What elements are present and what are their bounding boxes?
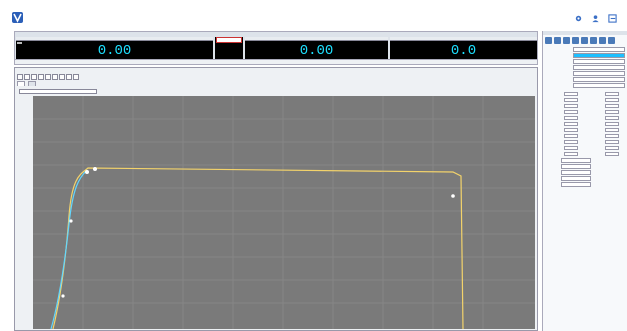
result-field (586, 139, 625, 144)
zoom-out-icon[interactable] (24, 74, 30, 80)
result-field (545, 109, 584, 114)
result-field (545, 103, 584, 108)
row-field[interactable] (573, 82, 625, 88)
readout-value: 0.00 (299, 43, 334, 59)
gear-icon (575, 15, 582, 22)
result-field (545, 145, 584, 150)
extra-field[interactable] (561, 157, 591, 163)
stop-icon[interactable] (554, 37, 561, 44)
row-field[interactable] (573, 58, 625, 64)
data-marker (69, 219, 73, 223)
graph-tabs (17, 81, 36, 86)
extra-field[interactable] (561, 163, 591, 169)
results-grid (543, 90, 627, 157)
result-field (545, 115, 584, 120)
result-field (586, 127, 625, 132)
plot-svg (33, 96, 535, 330)
graph-window (14, 67, 538, 331)
result-field (586, 151, 625, 156)
data-marker (93, 167, 97, 171)
data-marker (61, 294, 65, 298)
extra-row (543, 181, 627, 187)
readouts-panel: 0.00 0.00 0.0 (14, 31, 538, 65)
zero-icon[interactable] (572, 37, 579, 44)
toolbar-right (574, 14, 617, 24)
plot-area[interactable] (33, 96, 535, 330)
print-icon[interactable] (66, 74, 72, 80)
result-field (586, 115, 625, 120)
extra-field[interactable] (561, 181, 591, 187)
tab-graph[interactable] (17, 81, 25, 86)
settings-icon[interactable] (73, 74, 79, 80)
readout-label (16, 37, 213, 41)
cursor-icon[interactable] (38, 74, 44, 80)
zoom-in-icon[interactable] (17, 74, 23, 80)
toolbar-button[interactable] (574, 14, 583, 24)
properties-panel (542, 31, 627, 331)
return-icon[interactable] (563, 37, 570, 44)
help-icon[interactable] (608, 37, 615, 44)
user-icon (592, 15, 599, 23)
run-icon[interactable] (545, 37, 552, 44)
result-field (545, 127, 584, 132)
extra-field[interactable] (561, 175, 591, 181)
exit-icon (608, 14, 617, 23)
result-field (545, 97, 584, 102)
result-field (545, 139, 584, 144)
title-bar (0, 0, 627, 30)
row-field[interactable] (573, 76, 625, 82)
save-icon[interactable] (581, 37, 588, 44)
readout-cell: 0.00 (245, 37, 388, 60)
result-field (586, 109, 625, 114)
report-icon[interactable] (599, 37, 606, 44)
spec-label (216, 37, 242, 43)
extra-field[interactable] (561, 169, 591, 175)
pan-icon[interactable] (31, 74, 37, 80)
result-field (586, 91, 625, 96)
result-field (586, 97, 625, 102)
graph-toolbar (17, 74, 79, 80)
graph-select[interactable] (19, 89, 97, 94)
result-field (586, 145, 625, 150)
row-field[interactable] (573, 70, 625, 76)
readouts-status (15, 59, 537, 64)
result-field (586, 121, 625, 126)
panel-icon-bar (543, 35, 627, 46)
export-icon[interactable] (59, 74, 65, 80)
result-field (545, 121, 584, 126)
result-field (545, 91, 584, 96)
result-field (586, 103, 625, 108)
spec-box[interactable] (215, 37, 243, 60)
row-field[interactable] (573, 46, 625, 52)
readout-value: 0.00 (97, 43, 132, 59)
series-line-yellow (52, 167, 464, 330)
result-field (545, 133, 584, 138)
toolbar-button[interactable] (591, 14, 600, 24)
row-field[interactable] (573, 64, 625, 70)
app-logo-icon (12, 12, 23, 23)
readout-label (245, 37, 388, 41)
readout-value: 0.0 (450, 43, 477, 59)
series-line-blue (50, 169, 88, 330)
row-field-selected[interactable] (573, 52, 625, 58)
fit-icon[interactable] (45, 74, 51, 80)
data-marker (451, 194, 455, 198)
readout-cell: 0.00 (16, 37, 213, 60)
result-field (545, 151, 584, 156)
readout-cell: 0.0 (390, 37, 537, 60)
grid-icon[interactable] (52, 74, 58, 80)
settings-icon[interactable] (590, 37, 597, 44)
result-field (586, 133, 625, 138)
readout-label (390, 37, 537, 41)
tab-results[interactable] (28, 81, 36, 86)
data-marker (85, 170, 89, 174)
toolbar-button[interactable] (608, 14, 617, 24)
graph-header (101, 89, 535, 94)
